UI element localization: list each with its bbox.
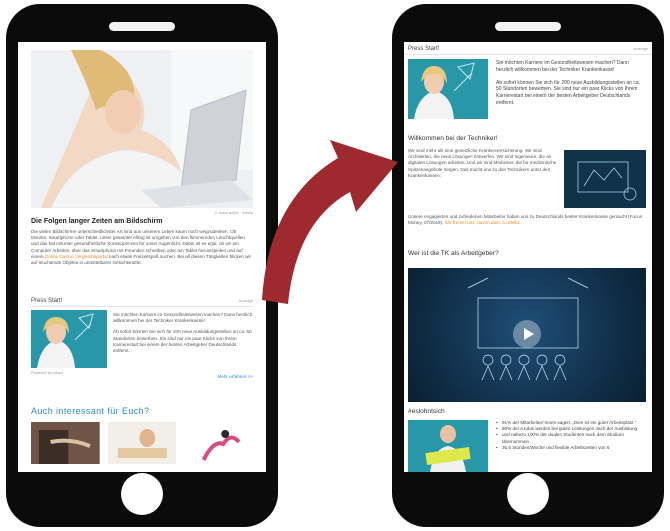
- arrow-shape: [262, 140, 398, 304]
- stage: © fodor adele · fotolia Die Folgen lange…: [0, 0, 670, 531]
- transition-arrow: [262, 140, 398, 304]
